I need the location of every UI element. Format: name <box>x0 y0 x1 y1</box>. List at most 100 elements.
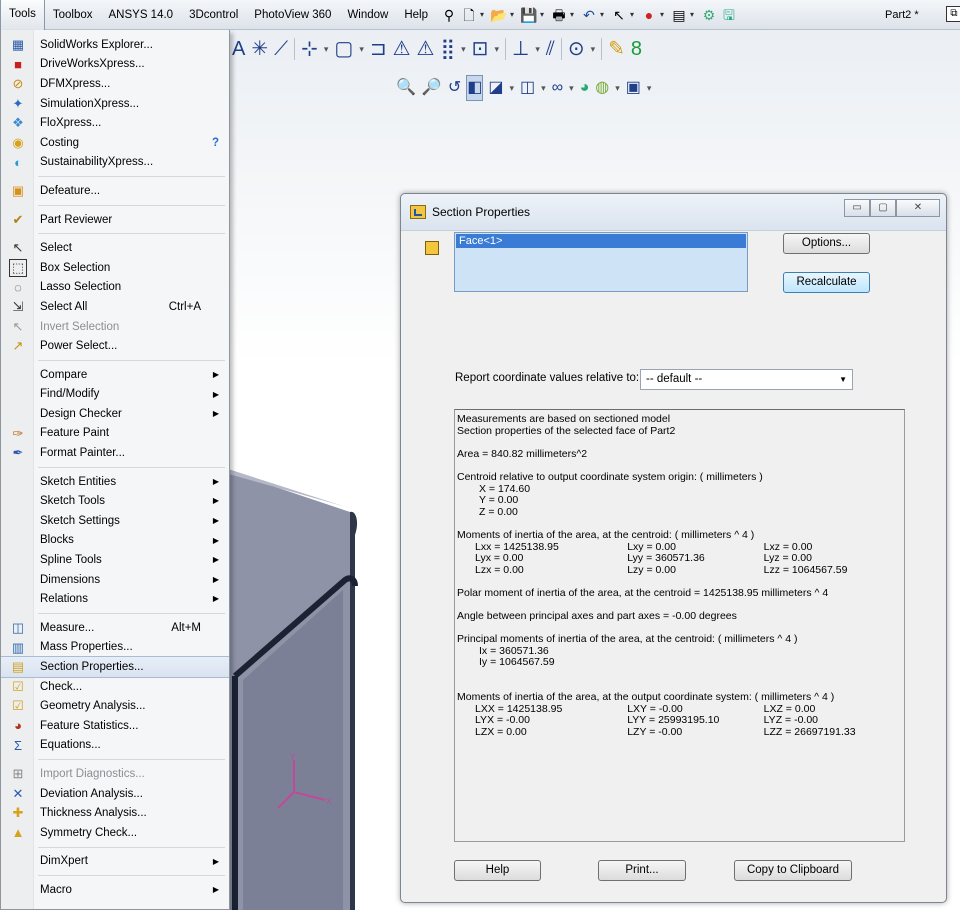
results-text-area[interactable]: Measurements are based on sectioned mode… <box>454 409 905 842</box>
print-dropdown-icon[interactable]: ▾ <box>570 10 578 19</box>
menu-item-dimensions[interactable]: Dimensions ▶ <box>1 570 229 590</box>
previous-view-icon[interactable]: ↺ <box>448 76 461 100</box>
menu-item-select-all[interactable]: ⇲ Select All Ctrl+A <box>1 297 229 317</box>
move-dropdown-icon[interactable]: ▾ <box>494 44 499 55</box>
options-button[interactable]: Options... <box>783 233 870 254</box>
file-properties-icon[interactable]: ▤ <box>670 6 688 24</box>
window-restore-icon[interactable]: ⧉ <box>946 6 960 22</box>
menu-item-feature-statistics[interactable]: ◕ Feature Statistics... <box>1 716 229 736</box>
menu-item-find-modify[interactable]: Find/Modify ▶ <box>1 385 229 405</box>
copy-to-clipboard-button[interactable]: Copy to Clipboard <box>734 860 852 881</box>
print-icon[interactable]: 🖶 <box>550 6 568 24</box>
menu-tools[interactable]: Tools <box>0 0 45 30</box>
undo-dropdown-icon[interactable]: ▾ <box>600 10 608 19</box>
offset-entities-icon[interactable]: ⊐ <box>370 37 387 61</box>
convert-entities-icon[interactable]: ▢ <box>334 37 353 61</box>
view-orientation-icon[interactable]: ◫ <box>520 76 535 100</box>
edit-appearance-icon[interactable]: ◕ <box>580 76 590 100</box>
display-style-icon[interactable]: ∞ <box>552 76 563 100</box>
quick-snaps-icon[interactable]: ⊙ <box>568 37 585 61</box>
menu-toolbox[interactable]: Toolbox <box>45 0 101 30</box>
text-annotation-icon[interactable]: A <box>232 37 245 61</box>
open-dropdown-icon[interactable]: ▾ <box>510 10 518 19</box>
menu-item-blocks[interactable]: Blocks ▶ <box>1 531 229 551</box>
display-dropdown-icon[interactable]: ▾ <box>569 83 574 94</box>
selected-entities-list[interactable]: Face<1> <box>454 232 748 292</box>
rapid-sketch-icon[interactable]: ✎ <box>608 37 625 61</box>
menu-photoview[interactable]: PhotoView 360 <box>246 0 339 30</box>
menu-3dcontrol[interactable]: 3Dcontrol <box>181 0 246 30</box>
annotation-dropdown-icon[interactable]: ▾ <box>510 83 515 94</box>
rebuild-dropdown-icon[interactable]: ▾ <box>660 10 668 19</box>
menu-item-sketch-settings[interactable]: Sketch Settings ▶ <box>1 511 229 531</box>
relations-dropdown-icon[interactable]: ▾ <box>535 44 540 55</box>
menu-item-deviation-analysis[interactable]: ✕ Deviation Analysis... <box>1 784 229 804</box>
menu-item-dimxpert[interactable]: DimXpert ▶ <box>1 852 229 872</box>
convert-dropdown-icon[interactable]: ▾ <box>359 44 364 55</box>
select-cursor-icon[interactable]: ↖ <box>610 6 628 24</box>
menu-item-geometry-analysis[interactable]: ☑ Geometry Analysis... <box>1 696 229 716</box>
menu-item-costing[interactable]: ◉ Costing? <box>1 133 229 153</box>
centerline-icon[interactable]: ⟋ <box>274 37 288 61</box>
save-dropdown-icon[interactable]: ▾ <box>540 10 548 19</box>
linear-pattern-icon[interactable]: ⣿ <box>440 37 455 61</box>
menu-item-driveworksxpress[interactable]: ■ DriveWorksXpress... <box>1 55 229 75</box>
new-document-icon[interactable]: 🗋 <box>460 6 478 24</box>
menu-item-symmetry-check[interactable]: ▲ Symmetry Check... <box>1 823 229 843</box>
coordinate-system-select[interactable]: -- default -- ▼ <box>640 369 853 390</box>
menu-item-sketch-tools[interactable]: Sketch Tools ▶ <box>1 491 229 511</box>
menu-item-equations[interactable]: Σ Equations... <box>1 736 229 756</box>
menu-item-simulationxpress[interactable]: ✦ SimulationXpress... <box>1 94 229 114</box>
instant2d-icon[interactable]: 8 <box>631 37 642 61</box>
menu-item-check[interactable]: ☑ Check... <box>1 677 229 697</box>
menu-item-measure[interactable]: ◫ Measure... Alt+M <box>1 618 229 638</box>
menu-item-section-properties[interactable]: ▤ Section Properties... <box>1 656 229 678</box>
pin-icon[interactable]: ⚲ <box>440 6 458 24</box>
menu-window[interactable]: Window <box>339 0 396 30</box>
menu-item-invert-selection[interactable]: ↖ Invert Selection <box>1 317 229 337</box>
new-dropdown-icon[interactable]: ▾ <box>480 10 488 19</box>
save-icon[interactable]: 💾 <box>520 6 538 24</box>
menu-item-sustainabilityxpress[interactable]: ◐ SustainabilityXpress... <box>1 153 229 173</box>
menu-ansys[interactable]: ANSYS 14.0 <box>101 0 182 30</box>
open-folder-icon[interactable]: 📂 <box>490 6 508 24</box>
apply-scene-icon[interactable]: ◍ <box>595 76 609 100</box>
menu-item-defeature[interactable]: ▣ Defeature... <box>1 181 229 201</box>
menu-item-format-painter[interactable]: ✒ Format Painter... <box>1 443 229 463</box>
maximize-icon[interactable]: ▢ <box>870 199 896 217</box>
save-all-icon[interactable]: 🖫 <box>720 6 738 24</box>
zoom-to-fit-icon[interactable]: 🔍 <box>396 76 416 100</box>
dynamic-mirror-icon[interactable]: ⚠ <box>417 37 435 61</box>
trim-dropdown-icon[interactable]: ▾ <box>324 44 329 55</box>
minimize-icon[interactable]: ▭ <box>844 199 870 217</box>
view-settings-icon[interactable]: ▣ <box>626 76 641 100</box>
recalculate-button[interactable]: Recalculate <box>783 272 870 293</box>
menu-item-feature-paint[interactable]: ✑ Feature Paint <box>1 424 229 444</box>
close-icon[interactable]: ✕ <box>896 199 940 217</box>
dynamic-annotation-icon[interactable]: ◪ <box>488 76 503 100</box>
menu-item-mass-properties[interactable]: ▥ Mass Properties... <box>1 638 229 658</box>
menu-item-part-reviewer[interactable]: ✔ Part Reviewer <box>1 210 229 230</box>
menu-item-dfmxpress[interactable]: ⊘ DFMXpress... <box>1 74 229 94</box>
display-relations-icon[interactable]: ⊥ <box>512 37 529 61</box>
menu-item-sketch-entities[interactable]: Sketch Entities ▶ <box>1 472 229 492</box>
menu-item-select[interactable]: ↖ Select <box>1 238 229 258</box>
section-view-icon[interactable]: ◧ <box>466 75 484 101</box>
menu-item-box-selection[interactable]: ⬚ Box Selection <box>1 258 229 278</box>
settings-dropdown-icon[interactable]: ▾ <box>647 83 652 94</box>
repair-sketch-icon[interactable]: ⫽ <box>546 37 555 61</box>
zoom-to-area-icon[interactable]: 🔎 <box>422 76 442 100</box>
point-icon[interactable]: ✳ <box>251 37 268 61</box>
menu-item-compare[interactable]: Compare ▶ <box>1 365 229 385</box>
menu-item-spline-tools[interactable]: Spline Tools ▶ <box>1 550 229 570</box>
menu-item-thickness-analysis[interactable]: ✚ Thickness Analysis... <box>1 803 229 823</box>
menu-item-lasso-selection[interactable]: ◌ Lasso Selection <box>1 278 229 298</box>
options-icon[interactable]: ⚙ <box>700 6 718 24</box>
menu-item-power-select[interactable]: ↗ Power Select... <box>1 336 229 356</box>
mirror-entities-icon[interactable]: ⚠ <box>393 37 411 61</box>
orientation-dropdown-icon[interactable]: ▾ <box>541 83 546 94</box>
trim-entities-icon[interactable]: ⊹ <box>301 37 318 61</box>
snaps-dropdown-icon[interactable]: ▾ <box>591 44 596 55</box>
menu-help[interactable]: Help <box>396 0 436 30</box>
list-item[interactable]: Face<1> <box>456 234 746 248</box>
